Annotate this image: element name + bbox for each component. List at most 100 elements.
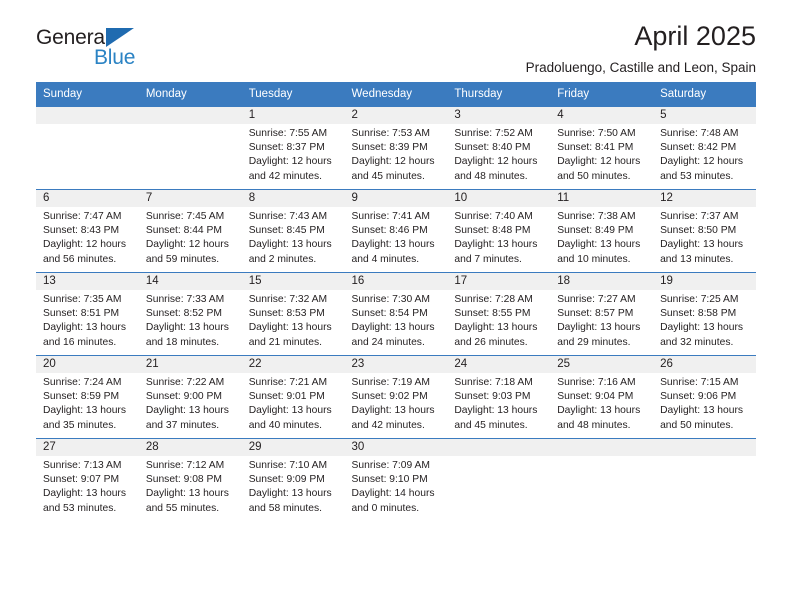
calendar-day-cell[interactable]: 1 Sunrise: 7:55 AM Sunset: 8:37 PM Daylight… (241, 106, 345, 190)
daylight-duration: Daylight: 13 hours and 42 minutes. (351, 405, 435, 431)
day-details: Sunrise: 7:35 AM Sunset: 8:51 PM Daylight:… (36, 290, 139, 350)
sunrise-time: Sunrise: 7:21 AM (248, 377, 328, 388)
sunrise-time: Sunrise: 7:47 AM (43, 211, 122, 222)
weekday-header-wednesday: Wednesday (344, 82, 448, 107)
calendar-day-cell[interactable]: 11 Sunrise: 7:38 AM Sunset: 8:49 PM Dayligh… (550, 189, 654, 273)
calendar-day-cell[interactable]: 15 Sunrise: 7:32 AM Sunset: 8:53 PM Dayligh… (241, 272, 345, 356)
day-number (447, 439, 551, 456)
calendar-day-cell[interactable]: 4 Sunrise: 7:50 AM Sunset: 8:41 PM Daylight… (550, 106, 654, 190)
calendar-day-cell-empty (550, 438, 654, 521)
daylight-duration: Daylight: 13 hours and 58 minutes. (248, 488, 332, 514)
sunrise-time: Sunrise: 7:12 AM (145, 460, 225, 471)
calendar-day-cell[interactable]: 20 Sunrise: 7:24 AM Sunset: 8:59 PM Dayligh… (36, 355, 139, 439)
day-details (139, 124, 242, 127)
day-number: 6 (36, 190, 139, 207)
daylight-duration: Daylight: 13 hours and 16 minutes. (43, 322, 126, 348)
sunset-time: Sunset: 9:06 PM (660, 391, 737, 403)
day-details: Sunrise: 7:41 AM Sunset: 8:46 PM Daylight:… (345, 207, 448, 267)
daylight-duration: Daylight: 12 hours and 53 minutes. (660, 156, 744, 182)
sunrise-time: Sunrise: 7:22 AM (145, 377, 225, 388)
sunset-time: Sunset: 8:59 PM (43, 391, 120, 403)
daylight-duration: Daylight: 13 hours and 53 minutes. (43, 488, 126, 514)
generalblue-logo[interactable]: General Blue (36, 26, 156, 72)
day-number (36, 107, 139, 124)
day-number: 4 (550, 107, 654, 124)
sunrise-time: Sunrise: 7:28 AM (454, 294, 533, 305)
day-number: 30 (344, 439, 448, 456)
sunset-time: Sunset: 8:51 PM (43, 308, 120, 320)
sunrise-time: Sunrise: 7:48 AM (660, 128, 739, 139)
sunset-time: Sunset: 8:39 PM (351, 142, 428, 154)
calendar-day-cell[interactable]: 8 Sunrise: 7:43 AM Sunset: 8:45 PM Daylight… (241, 189, 345, 273)
day-number: 19 (653, 273, 756, 290)
daylight-duration: Daylight: 13 hours and 10 minutes. (557, 239, 641, 265)
calendar-day-cell[interactable]: 19 Sunrise: 7:25 AM Sunset: 8:58 PM Dayligh… (653, 272, 756, 356)
day-number: 9 (344, 190, 448, 207)
calendar-day-cell[interactable]: 25 Sunrise: 7:16 AM Sunset: 9:04 PM Dayligh… (550, 355, 654, 439)
sunrise-time: Sunrise: 7:37 AM (660, 211, 739, 222)
sunset-time: Sunset: 9:04 PM (557, 391, 634, 403)
calendar-day-cell[interactable]: 12 Sunrise: 7:37 AM Sunset: 8:50 PM Dayligh… (653, 189, 756, 273)
calendar-day-cell[interactable]: 9 Sunrise: 7:41 AM Sunset: 8:46 PM Daylight… (344, 189, 448, 273)
sunset-time: Sunset: 9:10 PM (351, 474, 428, 486)
calendar-day-cell[interactable]: 23 Sunrise: 7:19 AM Sunset: 9:02 PM Dayligh… (344, 355, 448, 439)
calendar-day-cell[interactable]: 6 Sunrise: 7:47 AM Sunset: 8:43 PM Daylight… (36, 189, 139, 273)
daylight-duration: Daylight: 12 hours and 56 minutes. (43, 239, 126, 265)
calendar-day-cell[interactable]: 24 Sunrise: 7:18 AM Sunset: 9:03 PM Dayligh… (447, 355, 551, 439)
calendar-day-cell[interactable]: 30 Sunrise: 7:09 AM Sunset: 9:10 PM Dayligh… (344, 438, 448, 521)
calendar-day-cell[interactable]: 5 Sunrise: 7:48 AM Sunset: 8:42 PM Daylight… (653, 106, 756, 190)
day-number: 2 (344, 107, 448, 124)
calendar-day-cell[interactable]: 16 Sunrise: 7:30 AM Sunset: 8:54 PM Dayligh… (344, 272, 448, 356)
daylight-duration: Daylight: 13 hours and 7 minutes. (454, 239, 538, 265)
sunrise-time: Sunrise: 7:18 AM (454, 377, 533, 388)
sunset-time: Sunset: 9:03 PM (454, 391, 531, 403)
triangle-icon (106, 28, 134, 47)
calendar-day-cell[interactable]: 17 Sunrise: 7:28 AM Sunset: 8:55 PM Dayligh… (447, 272, 551, 356)
calendar-day-cell[interactable]: 7 Sunrise: 7:45 AM Sunset: 8:44 PM Daylight… (138, 189, 242, 273)
daylight-duration: Daylight: 13 hours and 18 minutes. (145, 322, 229, 348)
daylight-duration: Daylight: 13 hours and 45 minutes. (454, 405, 538, 431)
calendar-day-cell[interactable]: 22 Sunrise: 7:21 AM Sunset: 9:01 PM Dayligh… (241, 355, 345, 439)
day-details: Sunrise: 7:25 AM Sunset: 8:58 PM Daylight:… (653, 290, 756, 350)
calendar-day-cell[interactable]: 27 Sunrise: 7:13 AM Sunset: 9:07 PM Dayligh… (36, 438, 139, 521)
calendar-day-cell[interactable]: 26 Sunrise: 7:15 AM Sunset: 9:06 PM Dayligh… (653, 355, 756, 439)
calendar-day-cell[interactable]: 2 Sunrise: 7:53 AM Sunset: 8:39 PM Daylight… (344, 106, 448, 190)
daylight-duration: Daylight: 12 hours and 50 minutes. (557, 156, 641, 182)
calendar-day-cell[interactable]: 18 Sunrise: 7:27 AM Sunset: 8:57 PM Dayligh… (550, 272, 654, 356)
day-details: Sunrise: 7:45 AM Sunset: 8:44 PM Daylight:… (139, 207, 242, 267)
calendar-day-cell[interactable]: 3 Sunrise: 7:52 AM Sunset: 8:40 PM Daylight… (447, 106, 551, 190)
day-details: Sunrise: 7:47 AM Sunset: 8:43 PM Daylight:… (36, 207, 139, 267)
day-number: 10 (447, 190, 551, 207)
calendar-day-cell[interactable]: 28 Sunrise: 7:12 AM Sunset: 9:08 PM Dayligh… (138, 438, 242, 521)
calendar-day-cell[interactable]: 21 Sunrise: 7:22 AM Sunset: 9:00 PM Dayligh… (138, 355, 242, 439)
day-number: 26 (653, 356, 756, 373)
day-details: Sunrise: 7:21 AM Sunset: 9:01 PM Daylight:… (242, 373, 345, 433)
day-number: 5 (653, 107, 756, 124)
calendar-day-cell[interactable]: 13 Sunrise: 7:35 AM Sunset: 8:51 PM Dayligh… (36, 272, 139, 356)
day-details: Sunrise: 7:52 AM Sunset: 8:40 PM Daylight:… (447, 124, 550, 184)
sunrise-time: Sunrise: 7:33 AM (145, 294, 225, 305)
day-details: Sunrise: 7:12 AM Sunset: 9:08 PM Daylight:… (139, 456, 242, 516)
day-number: 27 (36, 439, 139, 456)
calendar-day-cell[interactable]: 10 Sunrise: 7:40 AM Sunset: 8:48 PM Dayligh… (447, 189, 551, 273)
day-details: Sunrise: 7:55 AM Sunset: 8:37 PM Daylight:… (242, 124, 345, 184)
day-number: 22 (241, 356, 345, 373)
day-details: Sunrise: 7:38 AM Sunset: 8:49 PM Daylight:… (550, 207, 653, 267)
calendar-day-cell[interactable]: 14 Sunrise: 7:33 AM Sunset: 8:52 PM Dayligh… (138, 272, 242, 356)
sunrise-time: Sunrise: 7:09 AM (351, 460, 430, 471)
day-details: Sunrise: 7:09 AM Sunset: 9:10 PM Daylight:… (345, 456, 448, 516)
day-number: 15 (241, 273, 345, 290)
day-number: 20 (36, 356, 139, 373)
sunset-time: Sunset: 8:48 PM (454, 225, 531, 237)
day-number: 25 (550, 356, 654, 373)
day-details: Sunrise: 7:22 AM Sunset: 9:00 PM Daylight:… (139, 373, 242, 433)
calendar-day-cell[interactable]: 29 Sunrise: 7:10 AM Sunset: 9:09 PM Dayligh… (241, 438, 345, 521)
sunrise-time: Sunrise: 7:55 AM (248, 128, 328, 139)
daylight-duration: Daylight: 13 hours and 40 minutes. (248, 405, 332, 431)
sunset-time: Sunset: 8:57 PM (557, 308, 634, 320)
calendar-page: General Blue April 2025 Pradoluengo, Cas… (0, 0, 792, 612)
sunset-time: Sunset: 8:44 PM (145, 225, 222, 237)
daylight-duration: Daylight: 13 hours and 37 minutes. (145, 405, 229, 431)
calendar-week-row: 1 Sunrise: 7:55 AM Sunset: 8:37 PM Daylight… (36, 106, 756, 190)
sunset-time: Sunset: 9:07 PM (43, 474, 120, 486)
